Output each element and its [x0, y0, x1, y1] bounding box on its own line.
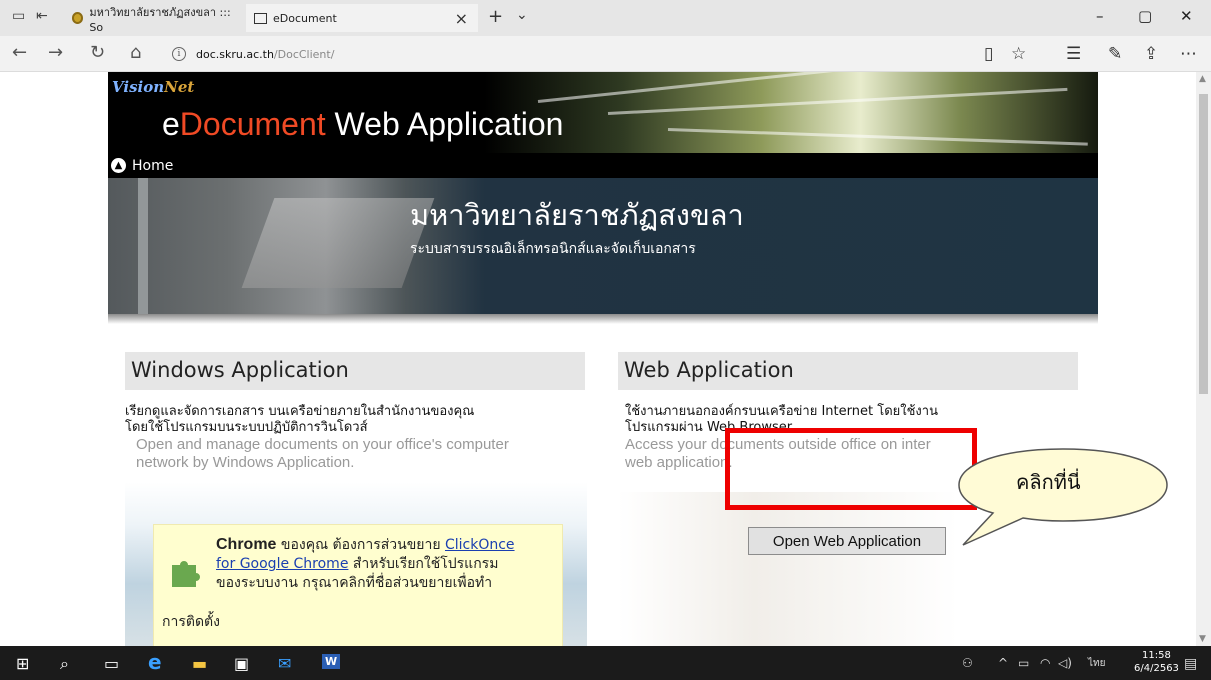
- clock[interactable]: 11:58 6/4/2563: [1134, 649, 1179, 675]
- university-name: มหาวิทยาลัยราชภัฏสงขลา: [410, 198, 744, 232]
- browser-titlebar: ▭ ⇤ มหาวิทยาลัยราชภัฏสงขลา ::: So eDocum…: [0, 0, 1211, 36]
- web-note-icon[interactable]: ✎: [1108, 44, 1122, 64]
- scroll-thumb[interactable]: [1199, 94, 1208, 394]
- windows-app-heading: Windows Application: [125, 352, 585, 390]
- background-photo: [618, 492, 958, 646]
- scroll-up-icon[interactable]: ▲: [1199, 74, 1206, 84]
- language-indicator[interactable]: ไทย: [1088, 656, 1105, 671]
- page-scrollbar[interactable]: ▲ ▼: [1196, 72, 1211, 646]
- network-icon[interactable]: ▭: [1018, 656, 1029, 670]
- highlight-box: [725, 428, 977, 510]
- url-field[interactable]: i doc.skru.ac.th/DocClient/: [170, 41, 1010, 67]
- home-icon[interactable]: ⌂: [130, 42, 141, 63]
- minimize-icon[interactable]: –: [1096, 7, 1104, 25]
- university-subtitle: ระบบสารบรรณอิเล็กทรอนิกส์และจัดเก็บเอกสา…: [410, 241, 696, 257]
- more-icon[interactable]: ⋯: [1180, 44, 1197, 64]
- file-explorer-icon[interactable]: ▬: [192, 654, 207, 673]
- home-nav: ▲ Home: [108, 153, 1098, 178]
- university-seal-icon: [72, 12, 84, 24]
- word-icon[interactable]: W: [322, 654, 341, 669]
- web-app-heading: Web Application: [618, 352, 1078, 390]
- tab-title: มหาวิทยาลัยราชภัฏสงขลา ::: So: [89, 5, 231, 34]
- task-view-icon[interactable]: ▭: [104, 654, 119, 673]
- visionnet-logo: VisionNet: [112, 78, 195, 96]
- app-title: eDocument Web Application: [162, 106, 564, 142]
- callout-text: คลิกที่นี่: [1016, 470, 1081, 494]
- chevron-up-icon[interactable]: ^: [998, 656, 1008, 670]
- close-tab-icon[interactable]: ×: [455, 9, 468, 28]
- app-banner: VisionNet eDocument Web Application: [108, 72, 1098, 153]
- open-web-application-button[interactable]: Open Web Application: [748, 527, 946, 555]
- maximize-icon[interactable]: ▢: [1138, 7, 1152, 25]
- edge-icon[interactable]: e: [148, 650, 162, 674]
- windows-app-desc-th: เรียกดูและจัดการเอกสาร บนเครือข่ายภายในส…: [125, 404, 475, 435]
- hero-banner: มหาวิทยาลัยราชภัฏสงขลา ระบบสารบรรณอิเล็ก…: [108, 178, 1098, 314]
- start-icon[interactable]: ⊞: [16, 654, 29, 673]
- tab-edocument[interactable]: eDocument ×: [246, 4, 478, 32]
- people-icon[interactable]: ⚇: [962, 656, 973, 670]
- windows-app-section: Windows Application เรียกดูและจัดการเอกส…: [125, 352, 587, 646]
- scroll-down-icon[interactable]: ▼: [1199, 634, 1206, 644]
- tab-preview-icon[interactable]: ▭: [12, 8, 25, 24]
- search-icon[interactable]: ⌕: [60, 654, 69, 674]
- home-circle-icon[interactable]: ▲: [111, 158, 126, 173]
- chevron-down-icon[interactable]: ⌄: [516, 7, 528, 23]
- share-icon[interactable]: ⇪: [1144, 44, 1158, 64]
- refresh-icon[interactable]: ↻: [90, 42, 105, 63]
- volume-icon[interactable]: ◁): [1058, 656, 1072, 670]
- mail-icon[interactable]: ✉: [278, 654, 291, 673]
- clickonce-link-cont[interactable]: for Google Chrome: [216, 556, 348, 572]
- windows-app-desc-en: Open and manage documents on your office…: [136, 436, 509, 471]
- chrome-extension-notice: Chrome ของคุณ ต้องการส่วนขยาย ClickOnce …: [153, 524, 563, 646]
- tab-skru-home[interactable]: มหาวิทยาลัยราชภัฏสงขลา ::: So: [64, 4, 244, 34]
- set-aside-tabs-icon[interactable]: ⇤: [36, 8, 48, 24]
- puzzle-icon: [172, 561, 200, 587]
- web-page: VisionNet eDocument Web Application ▲ Ho…: [0, 72, 1196, 646]
- forward-icon[interactable]: →: [48, 42, 63, 63]
- notification-icon[interactable]: ▤: [1184, 656, 1197, 672]
- reading-view-icon[interactable]: ▯: [984, 44, 993, 64]
- store-icon[interactable]: ▣: [234, 654, 249, 673]
- new-tab-icon[interactable]: +: [488, 6, 503, 27]
- home-link[interactable]: Home: [132, 158, 173, 174]
- url-host: doc.skru.ac.th: [196, 47, 274, 61]
- back-icon[interactable]: ←: [12, 42, 27, 63]
- favorite-star-icon[interactable]: ☆: [1011, 44, 1026, 64]
- url-path: /DocClient/: [273, 47, 335, 61]
- chrome-label: Chrome: [216, 536, 277, 553]
- wifi-icon[interactable]: ◠: [1040, 656, 1050, 670]
- tab-title: eDocument: [273, 11, 337, 25]
- close-window-icon[interactable]: ✕: [1180, 7, 1193, 25]
- windows-taskbar: ⊞ ⌕ ▭ e ▬ ▣ ✉ W ⚇ ^ ▭ ◠ ◁) ไทย 11:58 6/4…: [0, 646, 1211, 680]
- favorites-hub-icon[interactable]: ☰: [1066, 44, 1081, 64]
- chrome-install-text: การติดตั้ง: [162, 614, 220, 630]
- clickonce-link[interactable]: ClickOnce: [445, 537, 515, 553]
- page-icon: [254, 12, 267, 24]
- address-bar: ← → ↻ ⌂ i doc.skru.ac.th/DocClient/ ▯ ☆ …: [0, 36, 1211, 72]
- info-icon[interactable]: i: [172, 47, 186, 61]
